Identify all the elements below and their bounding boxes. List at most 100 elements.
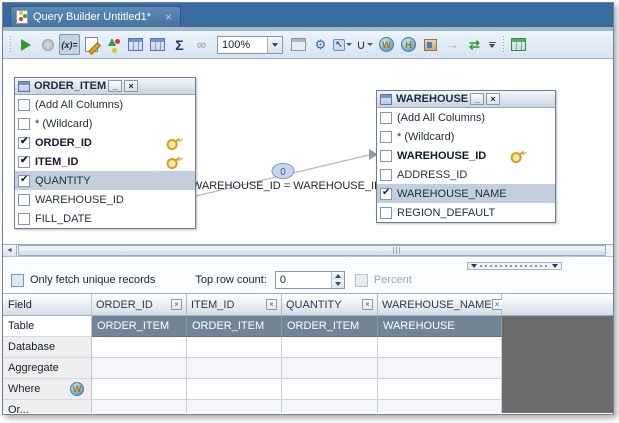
percent-checkbox[interactable] <box>354 273 368 287</box>
checkbox[interactable] <box>380 130 392 143</box>
diagram-horizontal-scrollbar[interactable]: ◄ <box>3 244 613 257</box>
column-header-item-id[interactable]: ITEM_ID × <box>187 294 282 316</box>
diagram-canvas[interactable]: 0 WAREHOUSE_ID = WAREHOUSE_ID ORDER_ITEM… <box>3 59 613 244</box>
column-label: REGION_DEFAULT <box>397 206 496 219</box>
checkbox[interactable] <box>380 187 392 200</box>
where-clause-button[interactable]: W <box>376 34 397 55</box>
tools-button[interactable]: ⚙ <box>310 34 331 55</box>
table-window-warehouse: WAREHOUSE _ × (Add All Columns) * (Wildc… <box>376 90 556 223</box>
minimize-button[interactable]: _ <box>108 80 123 92</box>
edit-sql-button[interactable] <box>81 34 102 55</box>
checkbox[interactable] <box>18 212 30 225</box>
column-row-address-id[interactable]: ADDRESS_ID <box>377 165 555 184</box>
grid-cell-table-order-id[interactable]: ORDER_ITEM <box>92 316 187 337</box>
unique-records-checkbox[interactable] <box>11 273 24 287</box>
checkbox[interactable] <box>18 136 30 149</box>
column-row-warehouse-id[interactable]: WAREHOUSE_ID <box>15 190 195 209</box>
column-row-add-all[interactable]: (Add All Columns) <box>377 108 555 127</box>
stop-button[interactable] <box>37 34 58 55</box>
checkbox[interactable] <box>380 168 392 181</box>
close-button[interactable]: × <box>124 80 139 92</box>
grid-cell[interactable] <box>92 379 187 400</box>
minimize-button[interactable]: _ <box>470 93 485 105</box>
table-data-button[interactable] <box>147 34 168 55</box>
grid-cell[interactable] <box>187 337 282 358</box>
export-results-button[interactable] <box>508 34 529 55</box>
top-row-count-value[interactable]: 0 <box>276 272 331 288</box>
grid-cell[interactable] <box>92 358 187 379</box>
remove-column-icon[interactable]: × <box>171 299 182 310</box>
zoom-combo[interactable]: 100% <box>217 35 283 54</box>
generate-sql-button[interactable]: ⇄ <box>464 34 485 55</box>
column-header-order-id[interactable]: ORDER_ID × <box>92 294 187 316</box>
grid-cell[interactable] <box>378 358 502 379</box>
order-item-titlebar[interactable]: ORDER_ITEM _ × <box>15 78 195 95</box>
scrollbar-thumb[interactable] <box>18 245 606 256</box>
remove-column-icon[interactable]: × <box>362 299 373 310</box>
warehouse-titlebar[interactable]: WAREHOUSE _ × <box>377 91 555 108</box>
form-view-button[interactable] <box>288 34 309 55</box>
zoom-dropdown-button[interactable] <box>267 36 282 53</box>
unique-records-label: Only fetch unique records <box>30 274 156 286</box>
grid-cell[interactable] <box>187 358 282 379</box>
checkbox[interactable] <box>380 111 392 124</box>
forward-button[interactable]: → <box>442 34 463 55</box>
grid-cell[interactable] <box>378 379 502 400</box>
grid-cell[interactable] <box>92 337 187 358</box>
column-header-warehouse-name[interactable]: WAREHOUSE_NAME × <box>378 294 503 316</box>
column-row-fill-date[interactable]: FILL_DATE <box>15 209 195 228</box>
splitter-collapse-handle[interactable] <box>467 262 562 270</box>
grid-cell[interactable] <box>282 337 378 358</box>
checkbox[interactable] <box>18 98 30 111</box>
checkbox[interactable] <box>380 149 392 162</box>
checkbox[interactable] <box>18 155 30 168</box>
column-row-warehouse-name[interactable]: WAREHOUSE_NAME <box>377 184 555 203</box>
package-icon <box>424 38 437 51</box>
remove-column-icon[interactable]: × <box>266 299 277 310</box>
joins-button[interactable]: ∞ <box>191 34 212 55</box>
execute-button[interactable] <box>15 34 36 55</box>
add-table-icon <box>128 38 143 51</box>
aggregates-button[interactable]: Σ <box>169 34 190 55</box>
column-row-add-all[interactable]: (Add All Columns) <box>15 95 195 114</box>
column-row-order-id[interactable]: ORDER_ID <box>15 133 195 152</box>
grid-cell-table-item-id[interactable]: ORDER_ITEM <box>187 316 282 337</box>
select-mode-button[interactable]: ↖ <box>332 34 353 55</box>
spinner-down-button[interactable] <box>331 280 344 288</box>
grid-cell[interactable] <box>92 400 187 413</box>
tab-close-icon[interactable]: × <box>165 11 172 23</box>
grid-cell[interactable] <box>282 358 378 379</box>
checkbox[interactable] <box>380 206 392 219</box>
toolbar-overflow-button[interactable] <box>486 34 498 55</box>
checkbox[interactable] <box>18 193 30 206</box>
column-header-quantity[interactable]: QUANTITY × <box>282 294 378 316</box>
column-row-warehouse-id[interactable]: WAREHOUSE_ID <box>377 146 555 165</box>
checkbox[interactable] <box>18 117 30 130</box>
grid-cell-table-warehouse-name[interactable]: WAREHOUSE <box>378 316 502 337</box>
tab-query-builder[interactable]: Query Builder Untitled1* × <box>10 6 182 27</box>
grid-cell[interactable] <box>187 379 282 400</box>
column-row-wildcard[interactable]: * (Wildcard) <box>377 127 555 146</box>
checkbox[interactable] <box>18 174 30 187</box>
grid-cell[interactable] <box>378 337 502 358</box>
grid-cell[interactable] <box>378 400 502 413</box>
package-button[interactable] <box>420 34 441 55</box>
grid-cell[interactable] <box>282 400 378 413</box>
top-row-count-spinner[interactable]: 0 <box>274 271 345 289</box>
union-button[interactable]: ∪ <box>354 34 375 55</box>
add-table-button[interactable] <box>125 34 146 55</box>
function-variables-button[interactable]: (x)= <box>59 34 80 55</box>
column-row-wildcard[interactable]: * (Wildcard) <box>15 114 195 133</box>
scroll-left-button[interactable]: ◄ <box>3 245 17 256</box>
auto-layout-button[interactable] <box>103 34 124 55</box>
column-row-item-id[interactable]: ITEM_ID <box>15 152 195 171</box>
column-row-quantity[interactable]: QUANTITY <box>15 171 195 190</box>
grid-cell-table-quantity[interactable]: ORDER_ITEM <box>282 316 378 337</box>
close-button[interactable]: × <box>486 93 501 105</box>
remove-column-icon[interactable]: × <box>491 299 503 310</box>
column-row-region-default[interactable]: REGION_DEFAULT <box>377 203 555 222</box>
spinner-up-button[interactable] <box>331 272 344 280</box>
grid-cell[interactable] <box>187 400 282 413</box>
grid-cell[interactable] <box>282 379 378 400</box>
having-clause-button[interactable]: H <box>398 34 419 55</box>
